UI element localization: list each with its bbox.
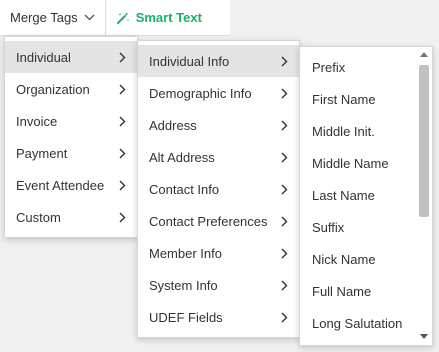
chevron-right-icon bbox=[117, 180, 127, 191]
menu-item-full-name[interactable]: Full Name bbox=[300, 275, 432, 307]
merge-tags-label: Merge Tags bbox=[10, 10, 78, 25]
menu-item-suffix[interactable]: Suffix bbox=[300, 211, 432, 243]
menu-item-label: Demographic Info bbox=[149, 85, 252, 101]
menu-item-label: Middle Name bbox=[312, 155, 389, 171]
chevron-right-icon bbox=[117, 116, 127, 127]
individual-submenu: Individual Info Demographic Info Address… bbox=[137, 40, 300, 338]
menu-item-label: Event Attendee bbox=[16, 177, 105, 193]
menu-item-label: Individual bbox=[16, 49, 71, 65]
chevron-right-icon bbox=[279, 280, 289, 291]
chevron-down-icon bbox=[84, 14, 95, 21]
chevron-right-icon bbox=[117, 212, 127, 223]
menu-item-label: System Info bbox=[149, 277, 218, 293]
menu-item-label: Prefix bbox=[312, 59, 346, 75]
menu-item-label: Alt Address bbox=[149, 149, 215, 165]
menu-item-organization[interactable]: Organization bbox=[5, 73, 137, 105]
merge-tags-menu: Individual Organization Invoice Payment … bbox=[4, 36, 138, 238]
merge-tags-button[interactable]: Merge Tags bbox=[0, 0, 105, 36]
chevron-right-icon bbox=[279, 312, 289, 323]
chevron-right-icon bbox=[279, 248, 289, 259]
menu-item-middle-init[interactable]: Middle Init. bbox=[300, 115, 432, 147]
menu-item-payment[interactable]: Payment bbox=[5, 137, 137, 169]
menu-item-prefix[interactable]: Prefix bbox=[300, 51, 432, 83]
chevron-right-icon bbox=[279, 56, 289, 67]
chevron-right-icon bbox=[117, 84, 127, 95]
menu-item-nick-name[interactable]: Nick Name bbox=[300, 243, 432, 275]
menu-item-label: Contact Info bbox=[149, 181, 220, 197]
menu-item-individual-info[interactable]: Individual Info bbox=[138, 45, 299, 77]
menu-item-label: Custom bbox=[16, 209, 61, 225]
menu-item-label: First Name bbox=[312, 91, 376, 107]
chevron-right-icon bbox=[279, 120, 289, 131]
menu-item-demographic-info[interactable]: Demographic Info bbox=[138, 77, 299, 109]
scrollbar-thumb[interactable] bbox=[419, 65, 429, 217]
menu-item-middle-name[interactable]: Middle Name bbox=[300, 147, 432, 179]
chevron-right-icon bbox=[117, 52, 127, 63]
menu-item-label: Middle Init. bbox=[312, 123, 375, 139]
menu-item-event-attendee[interactable]: Event Attendee bbox=[5, 169, 137, 201]
menu-item-label: Address bbox=[149, 117, 197, 133]
menu-item-label: Member Info bbox=[149, 245, 222, 261]
menu-item-member-info[interactable]: Member Info bbox=[138, 237, 299, 269]
menu-item-label: Suffix bbox=[312, 219, 345, 235]
editor-toolbar: Merge Tags Smart Text bbox=[0, 0, 230, 36]
menu-item-address[interactable]: Address bbox=[138, 109, 299, 141]
menu-item-last-name[interactable]: Last Name bbox=[300, 179, 432, 211]
menu-item-label: Organization bbox=[16, 81, 90, 97]
menu-item-contact-info[interactable]: Contact Info bbox=[138, 173, 299, 205]
menu-item-invoice[interactable]: Invoice bbox=[5, 105, 137, 137]
menu-item-custom[interactable]: Custom bbox=[5, 201, 137, 233]
menu-item-alt-address[interactable]: Alt Address bbox=[138, 141, 299, 173]
menu-item-label: Nick Name bbox=[312, 251, 376, 267]
smart-text-label: Smart Text bbox=[135, 10, 202, 25]
menu-item-label: Individual Info bbox=[149, 53, 230, 69]
chevron-right-icon bbox=[279, 184, 289, 195]
scroll-up-arrow[interactable] bbox=[420, 50, 428, 58]
menu-item-contact-preferences[interactable]: Contact Preferences bbox=[138, 205, 299, 237]
menu-item-label: UDEF Fields bbox=[149, 309, 223, 325]
chevron-right-icon bbox=[279, 152, 289, 163]
individual-info-submenu: Prefix First Name Middle Init. Middle Na… bbox=[299, 46, 433, 346]
menu-item-long-salutation[interactable]: Long Salutation bbox=[300, 307, 432, 339]
menu-item-label: Long Salutation bbox=[312, 315, 403, 331]
scroll-down-arrow[interactable] bbox=[420, 332, 428, 340]
menu-item-label: Payment bbox=[16, 145, 68, 161]
menu-item-label: Full Name bbox=[312, 283, 372, 299]
chevron-right-icon bbox=[279, 88, 289, 99]
magic-wand-icon bbox=[116, 11, 130, 25]
chevron-right-icon bbox=[279, 216, 289, 227]
smart-text-button[interactable]: Smart Text bbox=[106, 0, 212, 36]
chevron-right-icon bbox=[117, 148, 127, 159]
menu-item-first-name[interactable]: First Name bbox=[300, 83, 432, 115]
menu-item-label: Last Name bbox=[312, 187, 375, 203]
menu-item-label: Contact Preferences bbox=[149, 213, 268, 229]
menu-item-label: Invoice bbox=[16, 113, 58, 129]
menu-item-udef-fields[interactable]: UDEF Fields bbox=[138, 301, 299, 333]
menu-item-system-info[interactable]: System Info bbox=[138, 269, 299, 301]
menu-item-individual[interactable]: Individual bbox=[5, 41, 137, 73]
